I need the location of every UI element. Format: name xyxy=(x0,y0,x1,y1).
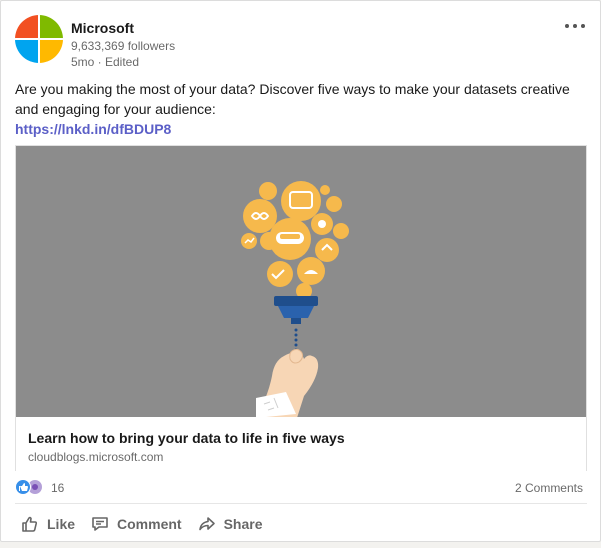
data-bubbles-illustration xyxy=(241,181,349,299)
hand-illustration xyxy=(256,348,319,417)
comment-icon xyxy=(92,517,108,531)
comment-button[interactable]: Comment xyxy=(85,509,190,539)
comment-label: Comment xyxy=(117,516,182,532)
post-text-block: Are you making the most of your data? Di… xyxy=(15,79,587,139)
post-header: Microsoft 9,633,369 followers 5mo · Edit… xyxy=(15,15,588,71)
follower-count: 9,633,369 followers xyxy=(71,39,176,53)
preview-domain: cloudblogs.microsoft.com xyxy=(28,450,164,464)
like-button[interactable]: Like xyxy=(15,509,83,539)
link-preview-card[interactable]: Learn how to bring your data to life in … xyxy=(15,145,587,471)
funnel-illustration xyxy=(274,296,318,324)
microsoft-logo-avatar[interactable] xyxy=(15,15,63,63)
more-options-icon[interactable] xyxy=(564,17,588,35)
share-label: Share xyxy=(223,516,263,532)
author-info: Microsoft 9,633,369 followers 5mo · Edit… xyxy=(71,19,175,70)
like-label: Like xyxy=(47,516,76,532)
post-body-text: Are you making the most of your data? Di… xyxy=(15,81,570,117)
feed-post-card: Microsoft 9,633,369 followers 5mo · Edit… xyxy=(0,0,601,542)
share-arrow-icon xyxy=(198,517,215,531)
post-actions: Like Comment Share xyxy=(15,509,273,539)
like-reaction-icon xyxy=(15,479,31,495)
preview-illustration[interactable] xyxy=(16,146,586,417)
post-meta: 5mo · Edited xyxy=(71,55,140,69)
comments-count[interactable]: 2 Comments xyxy=(515,481,583,495)
reaction-count: 16 xyxy=(51,481,65,495)
thumbs-up-icon xyxy=(22,516,38,532)
data-drip-dots xyxy=(294,328,298,352)
preview-title[interactable]: Learn how to bring your data to life in … xyxy=(28,429,574,447)
author-name[interactable]: Microsoft xyxy=(71,19,175,37)
action-divider xyxy=(15,503,587,504)
share-button[interactable]: Share xyxy=(192,509,271,539)
post-link[interactable]: https://lnkd.in/dfBDUP8 xyxy=(15,119,171,139)
preview-caption[interactable]: Learn how to bring your data to life in … xyxy=(16,417,586,471)
social-counts: 16 2 Comments xyxy=(15,477,587,499)
